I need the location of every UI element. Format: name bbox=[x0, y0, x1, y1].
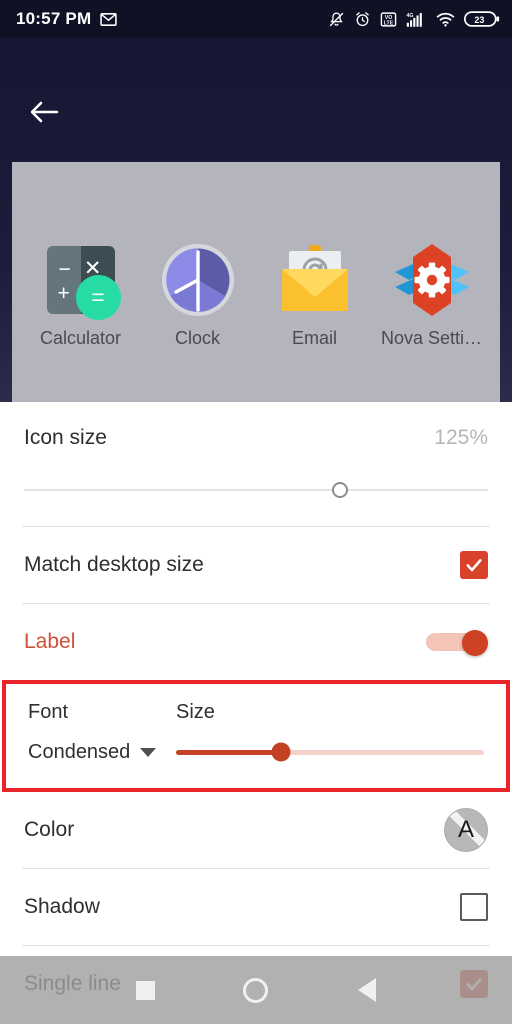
icon-size-slider-track bbox=[24, 482, 488, 498]
preview-app-email[interactable]: Email bbox=[261, 241, 369, 349]
email-icon bbox=[276, 241, 354, 319]
arrow-left-icon bbox=[30, 101, 59, 123]
size-title: Size bbox=[176, 700, 215, 723]
gmail-icon bbox=[100, 11, 118, 28]
preview-app-clock[interactable]: Clock bbox=[144, 241, 252, 349]
volte-icon: VO LTE bbox=[380, 11, 397, 28]
toggle-thumb bbox=[462, 630, 488, 656]
font-dropdown-value: Condensed bbox=[28, 740, 131, 763]
check-icon bbox=[466, 559, 482, 572]
label-toggle-switch[interactable] bbox=[426, 630, 488, 656]
color-swatch-button[interactable]: A bbox=[444, 808, 488, 852]
settings-list: Icon size 125% Match desktop size Label … bbox=[0, 402, 512, 1024]
icon-preview-panel: − ✕ + = Calculator Clock Email Nova Sett… bbox=[12, 162, 500, 428]
font-size-headers: Font Size bbox=[6, 694, 506, 730]
status-bar-clock: 10:57 PM bbox=[16, 9, 92, 28]
font-size-highlighted-group: Font Size Condensed bbox=[2, 680, 510, 792]
size-slider-fill bbox=[176, 749, 281, 755]
alarm-clock-icon bbox=[354, 11, 371, 28]
label-row-label: Label bbox=[24, 630, 76, 653]
icon-size-value: 125% bbox=[434, 426, 488, 449]
preview-app-label: Nova Setti… bbox=[380, 328, 483, 348]
battery-icon: 23 bbox=[464, 10, 500, 28]
nova-settings-icon bbox=[393, 241, 471, 319]
shadow-label: Shadow bbox=[24, 895, 100, 918]
back-button[interactable] bbox=[22, 90, 66, 134]
match-desktop-size-label: Match desktop size bbox=[24, 553, 204, 576]
setting-row-color[interactable]: Color A bbox=[0, 792, 512, 868]
color-swatch-letter: A bbox=[457, 816, 474, 843]
icon-size-label: Icon size bbox=[24, 426, 107, 449]
size-slider-track bbox=[176, 742, 484, 762]
recents-button[interactable] bbox=[118, 963, 172, 1017]
preview-app-nova-settings[interactable]: Nova Setti… bbox=[378, 241, 486, 349]
clock-icon bbox=[159, 241, 237, 319]
preview-app-label: Calculator bbox=[39, 328, 122, 348]
font-dropdown[interactable]: Condensed bbox=[28, 741, 176, 764]
setting-row-shadow[interactable]: Shadow bbox=[0, 869, 512, 945]
setting-row-match-desktop-size[interactable]: Match desktop size bbox=[0, 527, 512, 603]
preview-app-calculator[interactable]: − ✕ + = Calculator bbox=[27, 241, 135, 349]
preview-app-label: Email bbox=[291, 328, 337, 348]
app-header-dark-area: − ✕ + = Calculator Clock Email Nova Sett… bbox=[0, 38, 512, 428]
status-bar: 10:57 PM VO LTE 4G 23 bbox=[0, 0, 512, 38]
status-bar-system-icons: VO LTE 4G 23 bbox=[328, 10, 500, 28]
match-desktop-size-checkbox[interactable] bbox=[460, 551, 488, 579]
svg-text:LTE: LTE bbox=[384, 20, 394, 26]
shadow-checkbox[interactable] bbox=[460, 893, 488, 921]
font-size-controls: Condensed bbox=[6, 730, 506, 774]
wifi-icon bbox=[436, 11, 455, 28]
icon-size-slider-thumb[interactable] bbox=[331, 482, 348, 498]
font-title: Font bbox=[28, 700, 69, 723]
bell-muted-icon bbox=[328, 11, 345, 28]
calculator-icon: − ✕ + = bbox=[42, 241, 121, 320]
icon-size-slider[interactable] bbox=[0, 474, 512, 506]
battery-percent-text: 23 bbox=[474, 15, 484, 25]
chevron-down-icon bbox=[140, 747, 157, 757]
color-label: Color bbox=[24, 818, 75, 841]
back-button-nav[interactable] bbox=[340, 963, 394, 1017]
home-button[interactable] bbox=[229, 963, 283, 1017]
svg-text:4G: 4G bbox=[407, 13, 414, 19]
back-triangle-icon bbox=[357, 978, 376, 1002]
android-navigation-bar bbox=[0, 956, 512, 1024]
setting-row-icon-size[interactable]: Icon size 125% bbox=[0, 402, 512, 474]
setting-row-label[interactable]: Label bbox=[0, 604, 512, 680]
home-circle-icon bbox=[243, 977, 269, 1003]
signal-4g-icon: 4G bbox=[406, 11, 427, 28]
size-slider[interactable] bbox=[176, 742, 484, 762]
status-bar-left: 10:57 PM bbox=[16, 9, 118, 29]
preview-app-label: Clock bbox=[174, 328, 220, 348]
size-slider-thumb[interactable] bbox=[271, 742, 291, 762]
recents-square-icon bbox=[135, 980, 155, 1000]
